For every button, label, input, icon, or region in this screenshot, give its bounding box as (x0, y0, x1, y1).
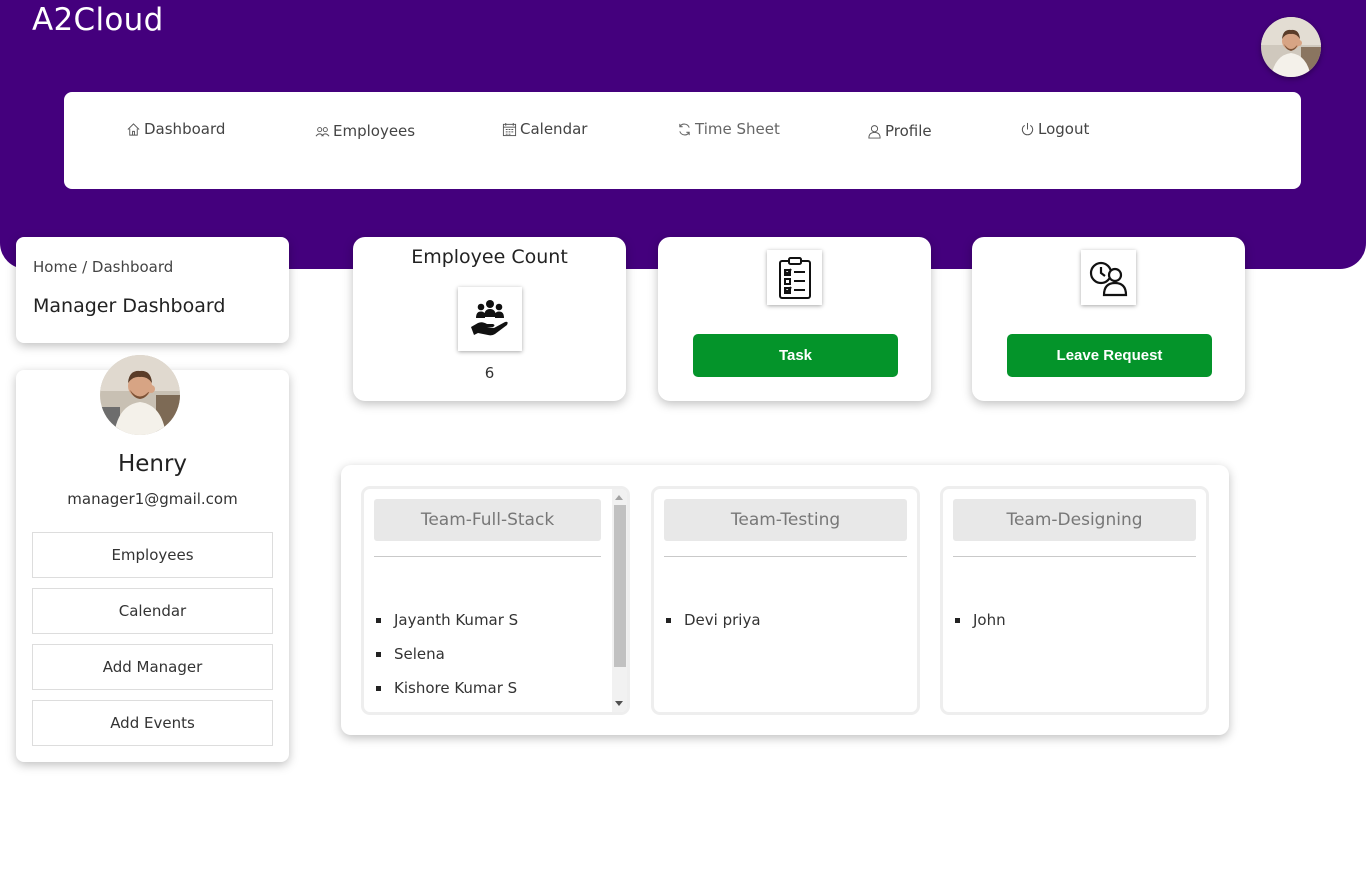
add-manager-button[interactable]: Add Manager (32, 644, 273, 690)
nav-employees[interactable]: Employees (315, 122, 415, 140)
team-hand-icon (458, 287, 522, 351)
nav-label: Calendar (520, 120, 588, 138)
team-card-testing[interactable]: Team-Testing Devi priya (651, 486, 920, 715)
employees-button[interactable]: Employees (32, 532, 273, 578)
team-member-list: John (955, 610, 1006, 644)
task-button[interactable]: Task (693, 334, 898, 377)
avatar[interactable] (1261, 17, 1321, 77)
scroll-up-arrow-icon[interactable] (615, 495, 623, 500)
leave-request-button[interactable]: Leave Request (1007, 334, 1212, 377)
nav-label: Time Sheet (695, 120, 780, 138)
header-banner: A2Cloud Dashboard Employees Calendar Tim… (0, 0, 1366, 269)
nav-dashboard[interactable]: Dashboard (126, 120, 225, 138)
home-icon (127, 122, 140, 136)
leave-request-card: Leave Request (972, 237, 1245, 401)
team-member: Kishore Kumar S (375, 678, 518, 712)
teams-panel: Team-Full-Stack Jayanth Kumar S Selena K… (341, 465, 1229, 735)
user-clock-icon (1081, 250, 1136, 305)
team-member-list: Devi priya (666, 610, 761, 644)
breadcrumb-current: Dashboard (91, 258, 174, 276)
avatar (100, 355, 180, 435)
profile-email: manager1@gmail.com (67, 490, 238, 508)
divider (374, 556, 601, 557)
team-member-list: Jayanth Kumar S Selena Kishore Kumar S (375, 610, 518, 712)
employee-count-card: Employee Count 6 (353, 237, 626, 401)
employee-count-value: 6 (484, 364, 495, 382)
scroll-down-arrow-icon[interactable] (615, 701, 623, 706)
divider (953, 556, 1196, 557)
team-card-designing[interactable]: Team-Designing John (940, 486, 1209, 715)
nav-calendar[interactable]: Calendar (502, 120, 587, 138)
nav-logout[interactable]: Logout (1020, 120, 1089, 138)
nav-label: Dashboard (144, 120, 226, 138)
calendar-icon (502, 122, 517, 136)
team-name: Team-Testing (664, 499, 907, 541)
team-member: Devi priya (666, 610, 761, 644)
breadcrumb: Home / Dashboard (33, 258, 173, 276)
task-card: Task (658, 237, 931, 401)
nav-time-sheet[interactable]: Time Sheet (677, 120, 780, 138)
page-title: Manager Dashboard (33, 295, 226, 317)
scroll-thumb[interactable] (614, 505, 626, 667)
team-name: Team-Full-Stack (374, 499, 601, 541)
scrollbar[interactable] (612, 489, 627, 712)
power-icon (1021, 122, 1034, 135)
employee-count-title: Employee Count (411, 246, 568, 268)
breadcrumb-home[interactable]: Home (33, 258, 77, 276)
nav-label: Logout (1038, 120, 1090, 138)
users-icon (315, 126, 330, 136)
team-member: Jayanth Kumar S (375, 610, 518, 644)
refresh-icon (679, 123, 690, 135)
profile-card: Henry manager1@gmail.com Employees Calen… (16, 355, 289, 762)
main-nav: Dashboard Employees Calendar Time Sheet … (64, 92, 1301, 189)
team-name: Team-Designing (953, 499, 1196, 541)
breadcrumb-card: Home / Dashboard Manager Dashboard (16, 237, 289, 343)
nav-label: Profile (885, 122, 932, 140)
brand-logo[interactable]: A2Cloud (32, 2, 164, 38)
profile-name: Henry (117, 451, 188, 477)
nav-profile[interactable]: Profile (867, 122, 932, 140)
user-icon (868, 124, 881, 139)
breadcrumb-separator: / (82, 258, 88, 276)
team-member: John (955, 610, 1006, 644)
nav-label: Employees (333, 122, 416, 140)
team-card-full-stack[interactable]: Team-Full-Stack Jayanth Kumar S Selena K… (361, 486, 630, 715)
divider (664, 556, 907, 557)
calendar-button[interactable]: Calendar (32, 588, 273, 634)
add-events-button[interactable]: Add Events (32, 700, 273, 746)
clipboard-checklist-icon (767, 250, 822, 305)
team-member: Selena (375, 644, 518, 678)
